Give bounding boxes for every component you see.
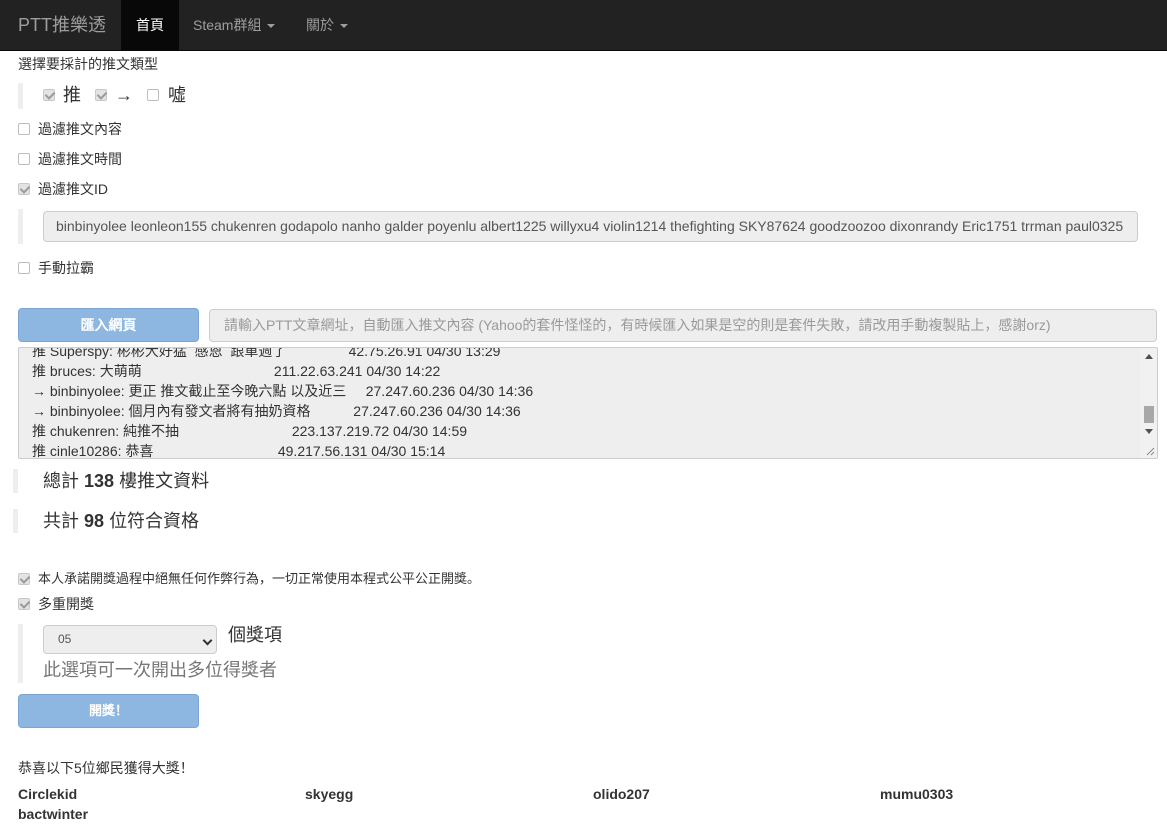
boo-checkbox[interactable] <box>147 89 159 101</box>
scroll-thumb[interactable] <box>1144 406 1154 423</box>
blockquote-bar <box>13 469 18 493</box>
filter-time-label: 過濾推文時間 <box>38 151 122 167</box>
manual-slot-label: 手動拉霸 <box>38 260 94 276</box>
arrow-checkbox[interactable] <box>95 89 107 101</box>
qualified-count: 98 <box>84 511 105 531</box>
resize-handle-icon[interactable] <box>1145 446 1155 456</box>
filter-id-input[interactable]: binbinyolee leonleon155 chukenren godapo… <box>43 211 1138 242</box>
total-suffix: 樓推文資料 <box>119 471 210 491</box>
blockquote-bar <box>18 209 23 244</box>
push-checkbox[interactable] <box>43 89 55 101</box>
winner-name: bactwinter <box>18 806 89 822</box>
multi-draw-hint: 此選項可一次開出多位得獎者 <box>43 660 277 680</box>
manual-slot-checkbox[interactable] <box>18 262 30 274</box>
nav-steam-group[interactable]: Steam群組 <box>193 0 276 50</box>
winner-name: skyegg <box>305 786 354 802</box>
blockquote-bar <box>18 624 23 683</box>
total-prefix: 總計 <box>43 471 79 491</box>
qualified-prefix: 共計 <box>43 511 79 531</box>
caret-down-icon <box>340 24 348 29</box>
nav-steam-group-label: Steam群組 <box>193 17 262 33</box>
nav-about-label: 關於 <box>306 17 334 33</box>
chevron-down-icon <box>202 635 213 646</box>
prize-suffix: 個獎項 <box>228 625 282 645</box>
arrow-label: → <box>115 85 133 105</box>
total-stat: 總計 138 樓推文資料 <box>43 470 209 492</box>
scroll-up-icon[interactable] <box>1145 354 1153 359</box>
multi-draw-label: 多重開獎 <box>38 596 94 612</box>
url-input[interactable]: 請輸入PTT文章網址，自動匯入推文內容 (Yahoo的套件怪怪的，有時候匯入如果… <box>209 309 1157 342</box>
winner-name: mumu0303 <box>880 786 954 802</box>
nav-home[interactable]: 首頁 <box>121 0 179 50</box>
pledge-label: 本人承諾開獎過程中絕無任何作弊行為，一切正常使用本程式公平公正開獎。 <box>38 571 481 586</box>
filter-id-checkbox[interactable] <box>18 183 30 195</box>
caret-down-icon <box>267 24 276 29</box>
qualified-suffix: 位符合資格 <box>109 511 200 531</box>
winner-name: Circlekid <box>18 786 78 802</box>
multi-draw-checkbox[interactable] <box>18 598 30 610</box>
comment-line: 推 cinle10286: 恭喜 49.217.56.131 04/30 15:… <box>32 443 446 459</box>
draw-button[interactable]: 開獎！ <box>18 694 199 728</box>
comment-line: 推 Superspy: 彬彬大好猛 感恩 跟單週了 42.75.26.91 04… <box>32 347 501 359</box>
comments-textarea[interactable]: 推 Superspy: 彬彬大好猛 感恩 跟單週了 42.75.26.91 04… <box>18 347 1158 459</box>
filter-id-label: 過濾推文ID <box>38 181 108 197</box>
qualified-stat: 共計 98 位符合資格 <box>43 510 199 532</box>
comment-line: → binbinyolee: 個月內有發文者將有抽奶資格 27.247.60.2… <box>32 403 521 419</box>
result-title: 恭喜以下5位鄉民獲得大獎！ <box>18 760 194 776</box>
import-page-button[interactable]: 匯入網頁 <box>18 308 199 342</box>
winner-name: olido207 <box>593 786 650 802</box>
nav-about[interactable]: 關於 <box>306 0 348 50</box>
prize-count-value: 05 <box>58 632 72 646</box>
push-label: 推 <box>63 85 81 105</box>
filter-content-checkbox[interactable] <box>18 123 30 135</box>
comment-line: 推 chukenren: 純推不抽 223.137.219.72 04/30 1… <box>32 423 468 439</box>
blockquote-bar <box>18 83 23 109</box>
total-count: 138 <box>84 471 115 491</box>
comment-line: → binbinyolee: 更正 推文截止至今晚六點 以及近三 27.247.… <box>32 383 534 399</box>
filter-content-label: 過濾推文內容 <box>38 121 122 137</box>
scroll-down-icon[interactable] <box>1145 429 1153 434</box>
blockquote-bar <box>13 509 18 533</box>
pledge-checkbox[interactable] <box>18 573 30 585</box>
section-title: 選擇要採計的推文類型 <box>18 56 158 72</box>
comment-line: 推 bruces: 大萌萌 211.22.63.241 04/30 14:22 <box>32 363 441 379</box>
filter-time-checkbox[interactable] <box>18 153 30 165</box>
prize-count-select[interactable]: 05 <box>43 625 217 654</box>
textarea-scrollbar[interactable] <box>1140 348 1157 458</box>
navbar: PTT推樂透 首頁 Steam群組 關於 <box>0 0 1167 51</box>
brand-logo[interactable]: PTT推樂透 <box>18 14 106 36</box>
boo-label: 噓 <box>168 85 186 105</box>
